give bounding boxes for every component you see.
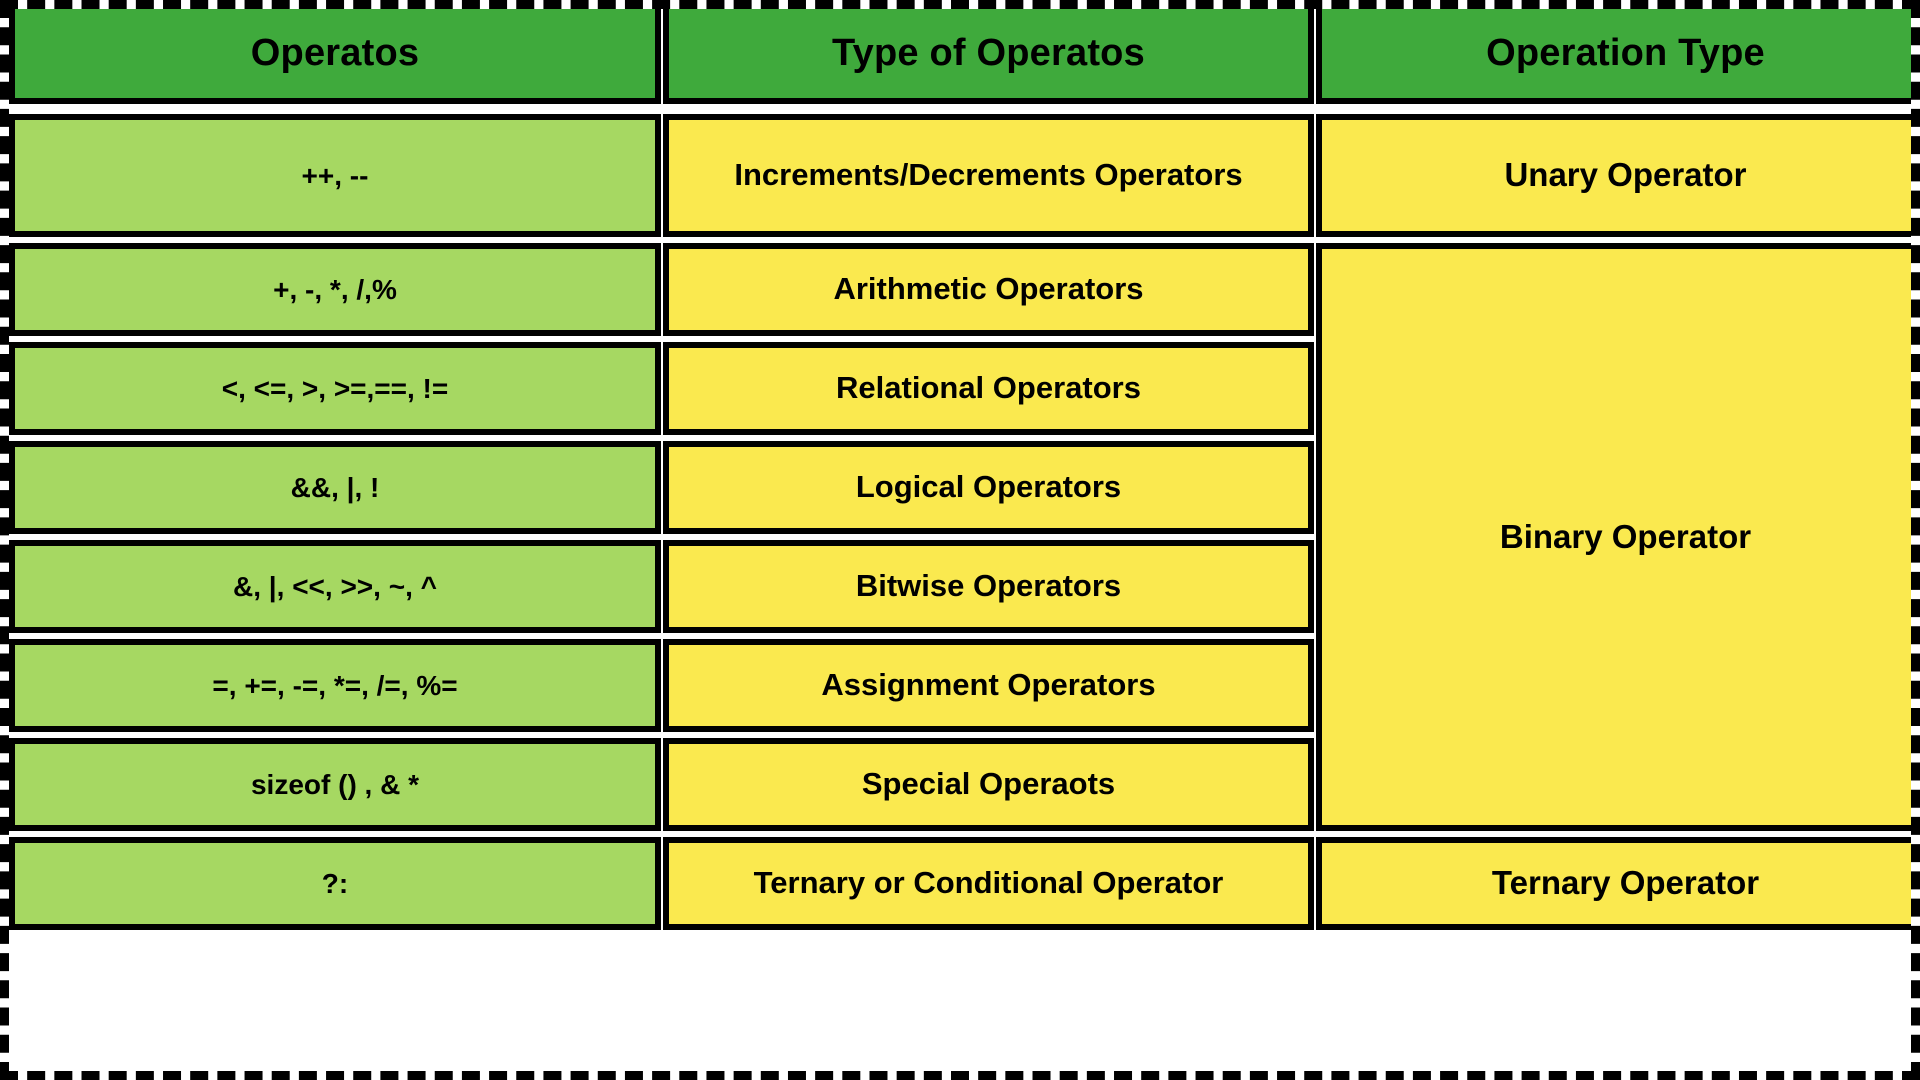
table-row-type-cell: Assignment Operators — [663, 639, 1314, 732]
header-label-operation-type: Operation Type — [1486, 32, 1765, 75]
header-cell-type-of-operators: Type of Operatos — [663, 9, 1314, 104]
cell-text: Ternary or Conditional Operator — [753, 865, 1224, 901]
table-row-operators-cell: ++, -- — [9, 114, 661, 237]
operators-table: Operatos Type of Operatos Operation Type… — [0, 0, 1920, 1080]
table-row-type-cell: Ternary or Conditional Operator — [663, 837, 1314, 930]
table-row-type-cell: Arithmetic Operators — [663, 243, 1314, 336]
operation-type-cell-ternary: Ternary Operator — [1316, 837, 1911, 930]
cell-text: Logical Operators — [855, 469, 1122, 505]
table-row-operators-cell: &, |, <<, >>, ~, ^ — [9, 540, 661, 633]
cell-text: &, |, <<, >>, ~, ^ — [233, 570, 437, 602]
cell-text: Arithmetic Operators — [833, 271, 1144, 307]
operation-type-cell-unary: Unary Operator — [1316, 114, 1911, 237]
cell-text: <, <=, >, >=,==, != — [221, 372, 449, 404]
cell-text: Unary Operator — [1504, 156, 1747, 194]
table-row-operators-cell: <, <=, >, >=,==, != — [9, 342, 661, 435]
cell-text: Assignment Operators — [821, 667, 1156, 703]
header-label-operators: Operatos — [250, 32, 420, 75]
operation-type-cell-binary: Binary Operator — [1316, 243, 1911, 831]
table-row-operators-cell: &&, |, ! — [9, 441, 661, 534]
cell-text: Bitwise Operators — [855, 568, 1122, 604]
cell-text: ++, -- — [301, 159, 369, 191]
table-row-type-cell: Increments/Decrements Operators — [663, 114, 1314, 237]
cell-text: =, +=, -=, *=, /=, %= — [212, 669, 458, 701]
cell-text: Relational Operators — [836, 370, 1141, 406]
table-row-type-cell: Bitwise Operators — [663, 540, 1314, 633]
table-row-operators-cell: ?: — [9, 837, 661, 930]
table-row-type-cell: Logical Operators — [663, 441, 1314, 534]
table-row-operators-cell: +, -, *, /,% — [9, 243, 661, 336]
cell-text: &&, |, ! — [290, 471, 380, 503]
cell-text: sizeof () , & * — [250, 768, 419, 800]
table-row-operators-cell: =, +=, -=, *=, /=, %= — [9, 639, 661, 732]
cell-text: Binary Operator — [1499, 517, 1752, 555]
table-row-type-cell: Special Operaots — [663, 738, 1314, 831]
cell-text: Special Operaots — [861, 766, 1116, 802]
cell-text: ?: — [321, 867, 349, 899]
cell-text: Ternary Operator — [1491, 864, 1760, 902]
table-row-operators-cell: sizeof () , & * — [9, 738, 661, 831]
table-row-type-cell: Relational Operators — [663, 342, 1314, 435]
header-cell-operators: Operatos — [9, 9, 661, 104]
header-cell-operation-type: Operation Type — [1316, 9, 1911, 104]
header-label-type-of-operators: Type of Operatos — [832, 32, 1145, 75]
cell-text: +, -, *, /,% — [273, 273, 397, 305]
cell-text: Increments/Decrements Operators — [734, 157, 1243, 193]
